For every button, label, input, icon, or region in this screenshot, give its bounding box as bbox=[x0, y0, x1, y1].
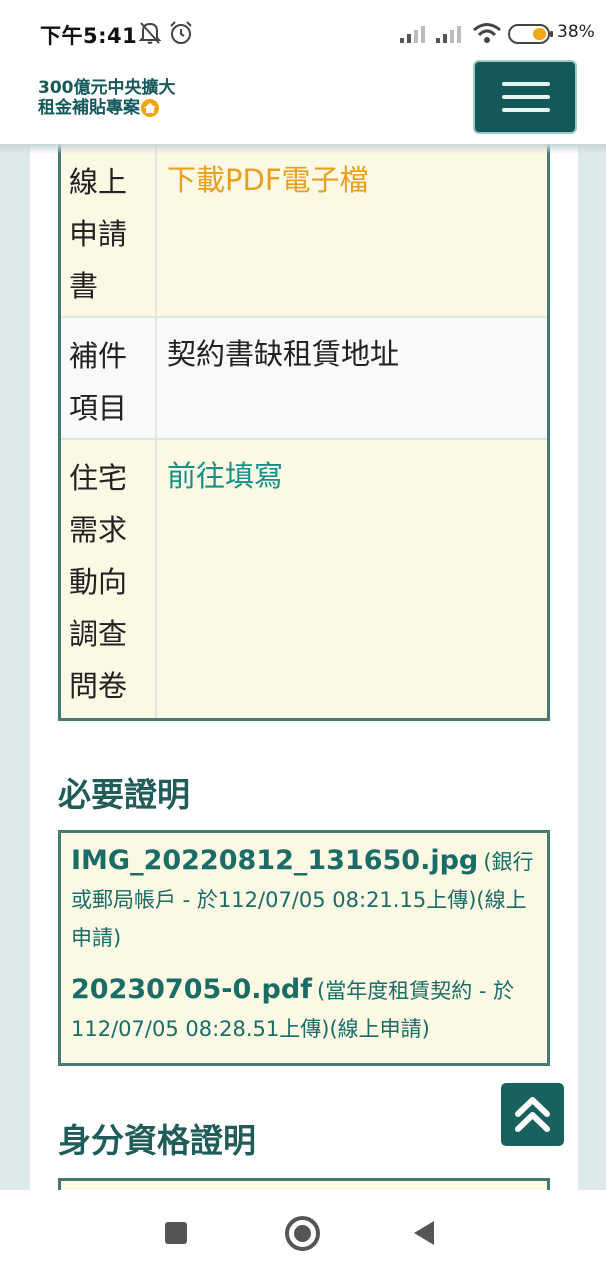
table-row: 補件項目 契約書缺租賃地址 bbox=[61, 316, 547, 438]
page-content: 線上申請書 下載PDF電子檔 補件項目 契約書缺租賃地址 住宅需求動向調查問卷 … bbox=[30, 144, 578, 1190]
signal-icon bbox=[400, 26, 425, 43]
home-button[interactable] bbox=[285, 1216, 320, 1251]
bell-off-icon bbox=[138, 22, 162, 44]
row-label-survey: 住宅需求動向調查問卷 bbox=[61, 440, 157, 718]
file-link[interactable]: IMG_20220812_131650.jpg bbox=[71, 845, 478, 876]
list-item: IMG_20220812_131650.jpg (銀行或郵局帳戶 - 於112/… bbox=[71, 843, 537, 958]
required-docs-list: IMG_20220812_131650.jpg (銀行或郵局帳戶 - 於112/… bbox=[58, 830, 550, 1066]
logo-line-1: 300億元中央擴大 bbox=[38, 78, 176, 98]
signal-2-icon bbox=[436, 26, 461, 43]
table-row: 住宅需求動向調查問卷 前往填寫 bbox=[61, 438, 547, 718]
identity-docs-list bbox=[58, 1178, 550, 1190]
table-row: 線上申請書 下載PDF電子檔 bbox=[61, 144, 547, 316]
double-chevron-up-icon bbox=[515, 1097, 550, 1132]
house-icon bbox=[141, 99, 159, 117]
row-label-supplement: 補件項目 bbox=[61, 318, 157, 438]
survey-fill-link[interactable]: 前往填寫 bbox=[167, 459, 283, 493]
logo-line-2: 租金補貼專案 bbox=[38, 98, 140, 118]
status-bar: 下午5:41 38% bbox=[0, 0, 606, 64]
alarm-icon bbox=[170, 21, 192, 44]
required-docs-title: 必要證明 bbox=[58, 775, 190, 814]
battery-icon bbox=[508, 24, 553, 44]
header-shadow bbox=[0, 144, 606, 154]
recent-apps-button[interactable] bbox=[165, 1222, 187, 1244]
identity-docs-title: 身分資格證明 bbox=[58, 1121, 256, 1160]
home-circle-icon bbox=[294, 1225, 311, 1242]
row-label-online-application: 線上申請書 bbox=[61, 144, 157, 316]
scroll-to-top-button[interactable] bbox=[501, 1083, 564, 1146]
battery-percent: 38% bbox=[557, 22, 595, 42]
file-link[interactable]: 20230705-0.pdf bbox=[71, 974, 312, 1005]
list-item: 20230705-0.pdf (當年度租賃契約 - 於112/07/05 08:… bbox=[71, 972, 537, 1049]
site-logo[interactable]: 300億元中央擴大 租金補貼專案 bbox=[38, 78, 176, 118]
menu-button[interactable] bbox=[473, 60, 577, 134]
wifi-icon bbox=[473, 23, 501, 43]
hamburger-icon bbox=[502, 82, 550, 86]
download-pdf-link[interactable]: 下載PDF電子檔 bbox=[167, 163, 369, 197]
system-nav-bar bbox=[0, 1190, 606, 1279]
supplement-items-value: 契約書缺租賃地址 bbox=[167, 337, 400, 371]
application-table: 線上申請書 下載PDF電子檔 補件項目 契約書缺租賃地址 住宅需求動向調查問卷 … bbox=[58, 144, 550, 721]
back-button[interactable] bbox=[414, 1221, 434, 1245]
status-time: 下午5:41 bbox=[40, 24, 138, 48]
